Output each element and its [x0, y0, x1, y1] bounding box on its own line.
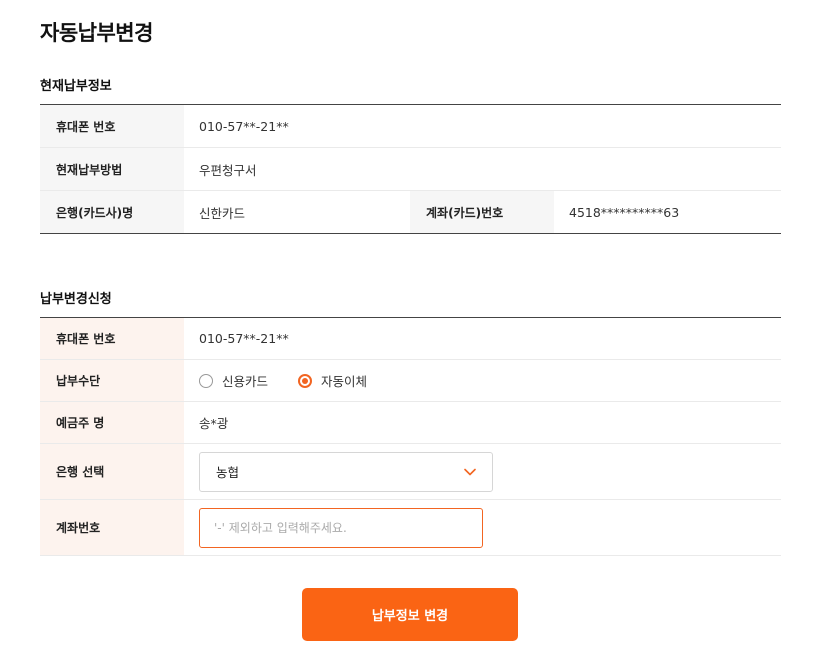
radio-auto-transfer-circle[interactable] — [298, 373, 313, 388]
account-holder-label: 예금주 명 — [40, 402, 184, 443]
bank-select-label: 은행 선택 — [40, 444, 184, 499]
current-bank-value: 신한카드 — [199, 205, 246, 221]
current-account-value: 4518**********63 — [569, 204, 680, 220]
account-number-row: 계좌번호 — [40, 500, 781, 555]
account-number-label: 계좌번호 — [40, 500, 184, 555]
current-bank-row: 은행(카드사)명 신한카드 계좌(카드)번호 4518**********63 — [40, 191, 781, 233]
current-method-value: 우편청구서 — [199, 162, 257, 178]
current-method-label: 현재납부방법 — [40, 148, 184, 190]
chevron-down-icon — [464, 468, 476, 475]
radio-credit-card-circle[interactable] — [199, 373, 213, 388]
current-account-label: 계좌(카드)번호 — [410, 191, 554, 233]
payment-means-row: 납부수단 신용카드 자동이체 — [40, 360, 781, 402]
bank-select-cell: 농협 — [184, 444, 493, 499]
bank-select-row: 은행 선택 농협 — [40, 444, 781, 500]
account-number-input[interactable] — [199, 507, 483, 548]
current-phone-row: 휴대폰 번호 010-57**-21** — [40, 105, 781, 148]
change-request-table: 휴대폰 번호 010-57**-21** 납부수단 신용카드 자동이체 예금주 … — [40, 317, 781, 556]
account-holder-value: 송*광 — [199, 416, 229, 431]
submit-button[interactable]: 납부정보 변경 — [302, 588, 518, 641]
payment-means-label: 납부수단 — [40, 360, 184, 401]
request-phone-row: 휴대폰 번호 010-57**-21** — [40, 318, 781, 360]
change-request-section-title: 납부변경신청 — [40, 292, 112, 307]
request-phone-value: 010-57**-21** — [199, 331, 289, 346]
bank-select-dropdown[interactable]: 농협 — [199, 451, 493, 492]
current-bank-label: 은행(카드사)명 — [40, 191, 184, 233]
request-phone-label: 휴대폰 번호 — [40, 318, 184, 359]
radio-auto-transfer[interactable]: 자동이체 — [298, 371, 367, 390]
payment-means-radio-group: 신용카드 자동이체 — [184, 360, 397, 401]
current-info-section-title: 현재납부정보 — [40, 79, 112, 94]
current-method-row: 현재납부방법 우편청구서 — [40, 148, 781, 191]
radio-credit-card-label: 신용카드 — [222, 374, 269, 389]
radio-auto-transfer-label: 자동이체 — [321, 374, 368, 389]
bank-select-value: 농협 — [216, 465, 240, 480]
account-number-cell — [184, 500, 483, 555]
current-phone-value: 010-57**-21** — [199, 118, 289, 134]
page-title: 자동납부변경 — [40, 21, 153, 45]
account-holder-row: 예금주 명 송*광 — [40, 402, 781, 444]
current-info-table: 휴대폰 번호 010-57**-21** 현재납부방법 우편청구서 은행(카드사… — [40, 104, 781, 234]
current-phone-label: 휴대폰 번호 — [40, 105, 184, 147]
radio-credit-card[interactable]: 신용카드 — [199, 371, 268, 390]
